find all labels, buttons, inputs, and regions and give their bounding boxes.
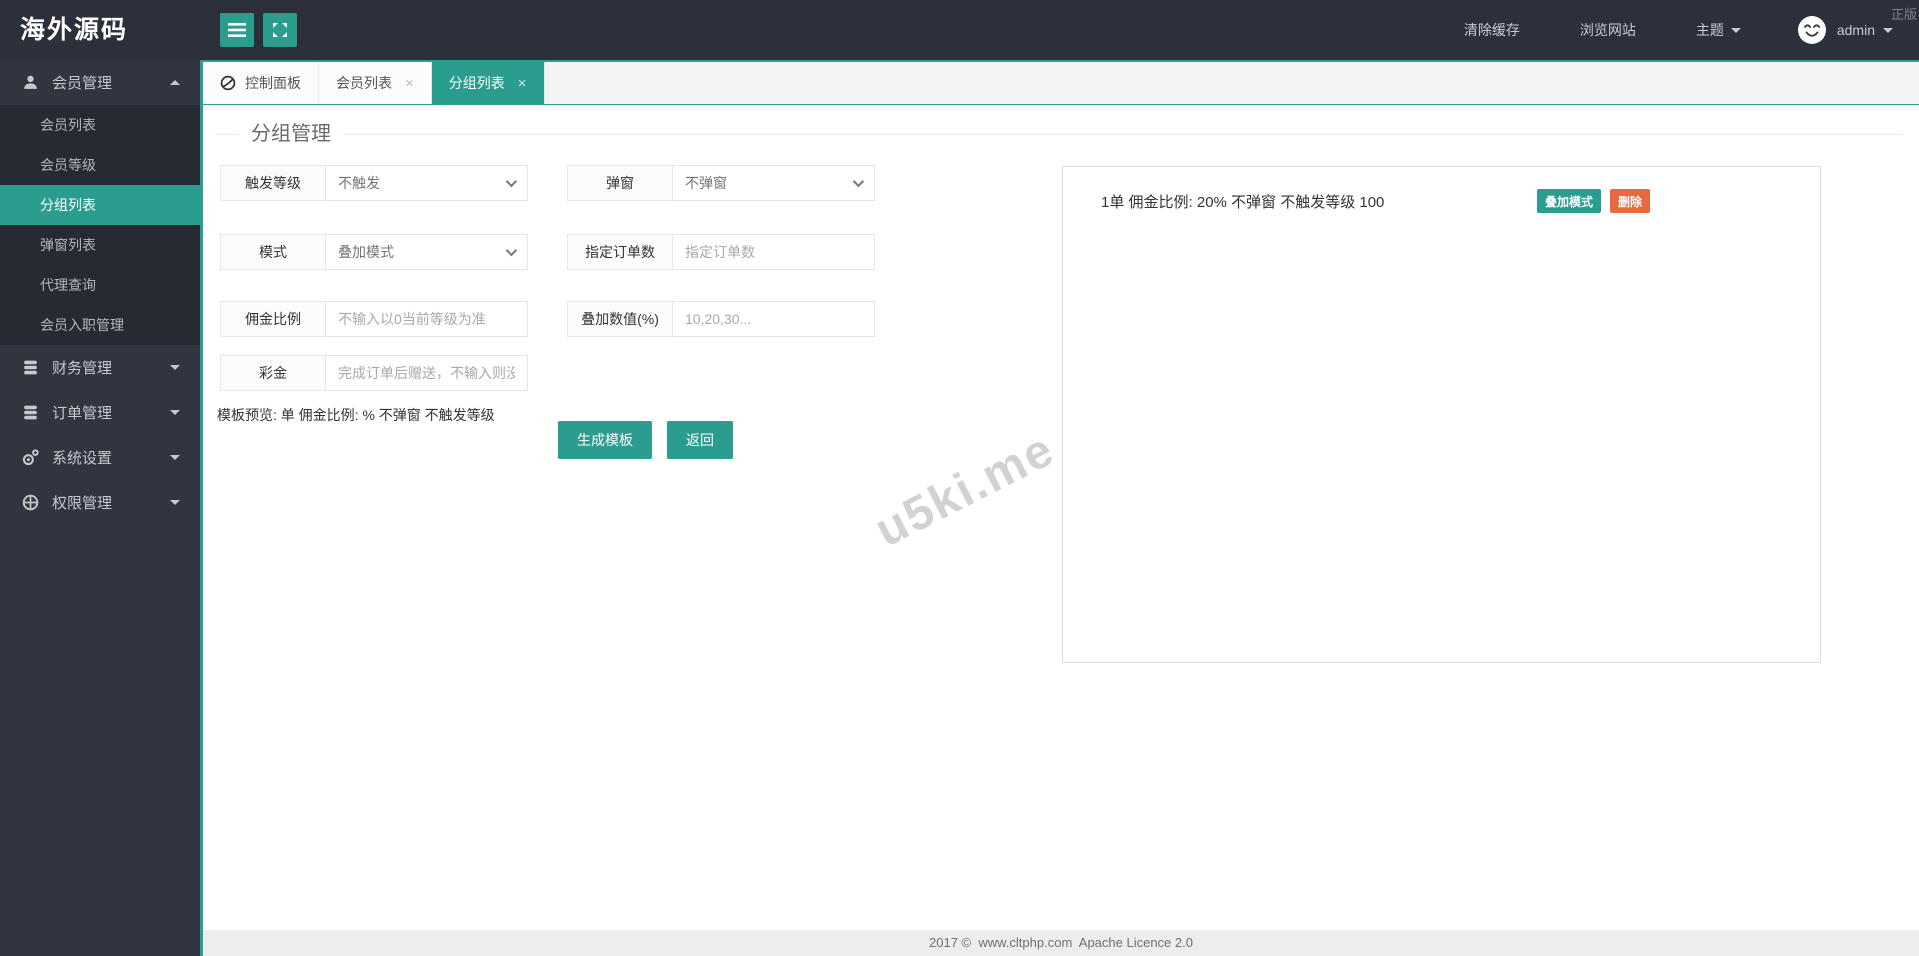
avatar[interactable] (1797, 15, 1827, 45)
bonus-field-wrap (326, 355, 528, 391)
sidebar: 海外源码 会员管理 会员列表 会员等级 分组列表 弹窗列表 代理查询 会员入职管… (0, 0, 200, 956)
template-item-text: 1单 佣金比例: 20% 不弹窗 不触发等级 100 (1101, 193, 1385, 211)
popup-select[interactable]: 不弹窗 (673, 165, 875, 201)
field-commission-rate: 佣金比例 (220, 301, 528, 337)
template-item: 1单 佣金比例: 20% 不弹窗 不触发等级 100 叠加模式 删除 (1101, 189, 1650, 213)
chevron-down-icon (170, 500, 180, 505)
order-count-input[interactable] (685, 244, 862, 260)
field-popup: 弹窗 不弹窗 (567, 165, 875, 201)
close-icon[interactable] (405, 76, 414, 91)
commission-rate-field-wrap (326, 301, 528, 337)
main-content: 分组管理 触发等级 不触发 弹窗 不弹窗 模式 叠加模式 指定订单数 佣金比例 (203, 105, 1919, 930)
mode-select[interactable]: 叠加模式 (326, 234, 528, 270)
sidebar-item-popup-list[interactable]: 弹窗列表 (0, 225, 200, 265)
trigger-level-select[interactable]: 不触发 (326, 165, 528, 201)
member-submenu: 会员列表 会员等级 分组列表 弹窗列表 代理查询 会员入职管理 (0, 105, 200, 345)
theme-menu[interactable]: 主题 (1666, 0, 1771, 60)
header-toolbar (220, 13, 297, 47)
field-label: 彩金 (220, 355, 326, 391)
field-label: 模式 (220, 234, 326, 270)
chevron-down-icon (1883, 27, 1893, 33)
database-icon (24, 405, 37, 420)
top-header: 正版 清除缓存 浏览网站 主题 admin (0, 0, 1919, 60)
stack-values-field-wrap (673, 301, 875, 337)
field-label: 触发等级 (220, 165, 326, 201)
field-label: 佣金比例 (220, 301, 326, 337)
title-divider (215, 134, 1903, 135)
template-list-panel: 1单 佣金比例: 20% 不弹窗 不触发等级 100 叠加模式 删除 (1062, 166, 1821, 663)
field-label: 弹窗 (567, 165, 673, 201)
order-count-field-wrap (673, 234, 875, 270)
sidebar-item-order-management[interactable]: 订单管理 (0, 390, 200, 435)
tab-bar: 控制面板 会员列表 分组列表 (203, 60, 1919, 105)
chevron-down-icon (170, 410, 180, 415)
chevron-down-icon (852, 175, 865, 188)
accent-divider (200, 60, 203, 956)
user-icon (24, 75, 37, 89)
tab-member-list[interactable]: 会员列表 (319, 62, 432, 104)
sidebar-item-member-list[interactable]: 会员列表 (0, 105, 200, 145)
page-title: 分组管理 (239, 118, 343, 150)
watermark: u5ki.me (867, 422, 1063, 558)
chevron-down-icon (505, 175, 518, 188)
field-order-count: 指定订单数 (567, 234, 875, 270)
bonus-input[interactable] (338, 365, 515, 381)
back-button[interactable]: 返回 (667, 421, 733, 459)
close-icon[interactable] (518, 76, 527, 91)
hamburger-icon (228, 23, 246, 37)
chevron-up-icon (170, 80, 180, 85)
license-note: 正版 (1890, 7, 1917, 22)
dashboard-icon (220, 75, 236, 91)
sidebar-item-member-onboarding[interactable]: 会员入职管理 (0, 305, 200, 345)
sidebar-item-agent-query[interactable]: 代理查询 (0, 265, 200, 305)
field-stack-values: 叠加数值(%) (567, 301, 875, 337)
page-title-block: 分组管理 (203, 118, 1919, 150)
user-name: admin (1836, 22, 1875, 38)
field-trigger-level: 触发等级 不触发 (220, 165, 528, 201)
sidebar-item-member-level[interactable]: 会员等级 (0, 145, 200, 185)
sidebar-item-system-settings[interactable]: 系统设置 (0, 435, 200, 480)
stack-values-input[interactable] (685, 311, 862, 327)
generate-template-button[interactable]: 生成模板 (558, 421, 652, 459)
delete-button[interactable]: 删除 (1609, 189, 1650, 213)
form-actions: 生成模板 返回 (558, 421, 733, 459)
clear-cache-link[interactable]: 清除缓存 (1434, 0, 1550, 60)
chevron-down-icon (505, 244, 518, 257)
app-logo: 海外源码 (0, 0, 200, 60)
sidebar-item-finance-management[interactable]: 财务管理 (0, 345, 200, 390)
sidebar-item-member-management[interactable]: 会员管理 (0, 60, 200, 105)
user-menu[interactable]: admin (1837, 22, 1893, 38)
field-label: 叠加数值(%) (567, 301, 673, 337)
chevron-down-icon (170, 455, 180, 460)
stack-mode-button[interactable]: 叠加模式 (1536, 189, 1601, 213)
tab-group-list[interactable]: 分组列表 (431, 62, 545, 104)
field-mode: 模式 叠加模式 (220, 234, 528, 270)
chevron-down-icon (170, 365, 180, 370)
fullscreen-icon (273, 23, 287, 37)
sidebar-collapse-button[interactable] (220, 13, 254, 47)
database-icon (24, 360, 37, 375)
view-site-link[interactable]: 浏览网站 (1550, 0, 1666, 60)
cog-icon (22, 449, 39, 466)
sidebar-item-group-list[interactable]: 分组列表 (0, 185, 200, 225)
globe-icon (22, 494, 39, 511)
template-preview-text: 模板预览: 单 佣金比例: % 不弹窗 不触发等级 (217, 407, 495, 423)
commission-rate-input[interactable] (338, 311, 515, 327)
field-label: 指定订单数 (567, 234, 673, 270)
chevron-down-icon (1730, 27, 1741, 33)
fullscreen-button[interactable] (263, 13, 297, 47)
tab-dashboard[interactable]: 控制面板 (203, 62, 319, 104)
field-bonus: 彩金 (220, 355, 528, 391)
sidebar-item-permission-management[interactable]: 权限管理 (0, 480, 200, 525)
header-right: 清除缓存 浏览网站 主题 admin (1434, 0, 1893, 60)
footer: 2017 © www.cltphp.com Apache Licence 2.0 (203, 930, 1919, 956)
